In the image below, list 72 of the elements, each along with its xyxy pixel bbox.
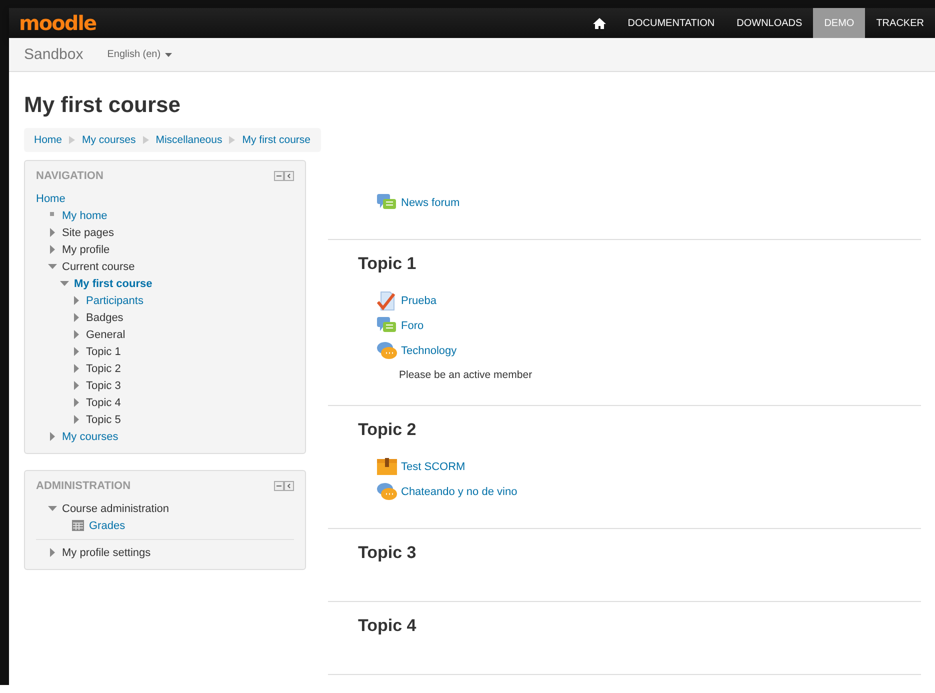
section-title: Topic 2 [358,420,418,440]
site-name[interactable]: Sandbox [24,46,84,63]
table-icon [72,520,84,531]
page-title: My first course [24,92,182,118]
nav-menu-link[interactable]: DOWNLOADS [726,8,814,38]
nav-label[interactable]: Badges [86,312,124,324]
activity-link[interactable]: News forum [401,196,460,208]
language-menu[interactable]: English (en) [107,49,172,60]
activity-link[interactable]: Test SCORM [401,460,466,472]
activity-link[interactable]: Technology [401,344,457,356]
collapsed-arrow-icon[interactable] [48,245,57,254]
block-title: NAVIGATION [36,170,104,182]
home-icon [592,18,606,28]
nav-label[interactable]: Topic 4 [86,396,121,408]
nav-label[interactable]: Topic 5 [86,414,121,426]
activity-description: Please be an active member [399,369,534,381]
breadcrumb-link[interactable]: My first course [242,134,311,146]
expanded-arrow-icon[interactable] [60,279,69,288]
expanded-arrow-icon[interactable] [48,262,57,271]
activity-link[interactable]: Foro [401,320,424,332]
chat-bubbles-icon [377,342,397,360]
checkmark-page-icon [377,290,397,310]
collapsed-arrow-icon[interactable] [72,347,81,356]
collapsed-arrow-icon[interactable] [72,415,81,424]
section-title: Topic 3 [358,543,418,563]
collapsed-arrow-icon[interactable] [72,296,81,305]
nav-label[interactable]: Site pages [62,226,114,238]
nav-link[interactable]: My courses [62,430,118,442]
separator-icon [142,136,150,144]
collapsed-arrow-icon[interactable] [48,228,57,237]
block-title: ADMINISTRATION [36,480,131,492]
separator-icon [68,136,76,144]
activity-link[interactable]: Prueba [401,294,436,306]
expanded-arrow-icon[interactable] [48,504,57,513]
collapsed-arrow-icon[interactable] [72,330,81,339]
package-icon [377,458,397,475]
nav-label[interactable]: My profile [62,244,110,256]
nav-link[interactable]: Grades [89,520,126,532]
collapsed-arrow-icon[interactable] [48,432,57,441]
breadcrumb-link[interactable]: My courses [82,134,136,146]
nav-menu-link[interactable]: DEMO [813,8,866,38]
nav-label[interactable]: My profile settings [62,546,151,558]
collapsed-arrow-icon[interactable] [72,313,81,322]
nav-label[interactable]: Topic 3 [86,380,121,392]
nav-link[interactable]: Participants [86,294,144,306]
forum-icon [377,194,397,212]
section-title: Topic 4 [358,616,418,636]
block-controls-icon[interactable] [274,481,294,491]
site-logo[interactable]: moodle [19,11,96,35]
collapsed-arrow-icon[interactable] [72,381,81,390]
nav-link[interactable]: Home [36,192,66,204]
separator-icon [228,136,236,144]
nav-label[interactable]: General [86,328,126,340]
block-controls-icon[interactable] [274,171,294,181]
collapsed-arrow-icon[interactable] [72,364,81,373]
nav-link[interactable]: My first course [74,278,152,290]
collapsed-arrow-icon[interactable] [72,398,81,407]
caret-icon [164,52,172,56]
nav-label[interactable]: Topic 1 [86,346,121,358]
breadcrumb-link[interactable]: Miscellaneous [156,134,222,146]
nav-label[interactable]: Course administration [62,502,169,514]
collapsed-arrow-icon[interactable] [48,548,57,557]
activity-link[interactable]: Chateando y no de vino [401,486,518,498]
chat-bubbles-icon [377,482,397,500]
nav-menu-link[interactable]: TRACKER [865,8,935,38]
nav-link[interactable]: My home [62,210,108,222]
nav-label[interactable]: Current course [62,260,135,272]
section-title: Topic 1 [358,254,418,274]
breadcrumb-link[interactable]: Home [34,134,62,146]
forum-icon [377,316,397,334]
nav-label[interactable]: Topic 2 [86,362,121,374]
nav-menu-link[interactable]: DOCUMENTATION [616,8,726,38]
